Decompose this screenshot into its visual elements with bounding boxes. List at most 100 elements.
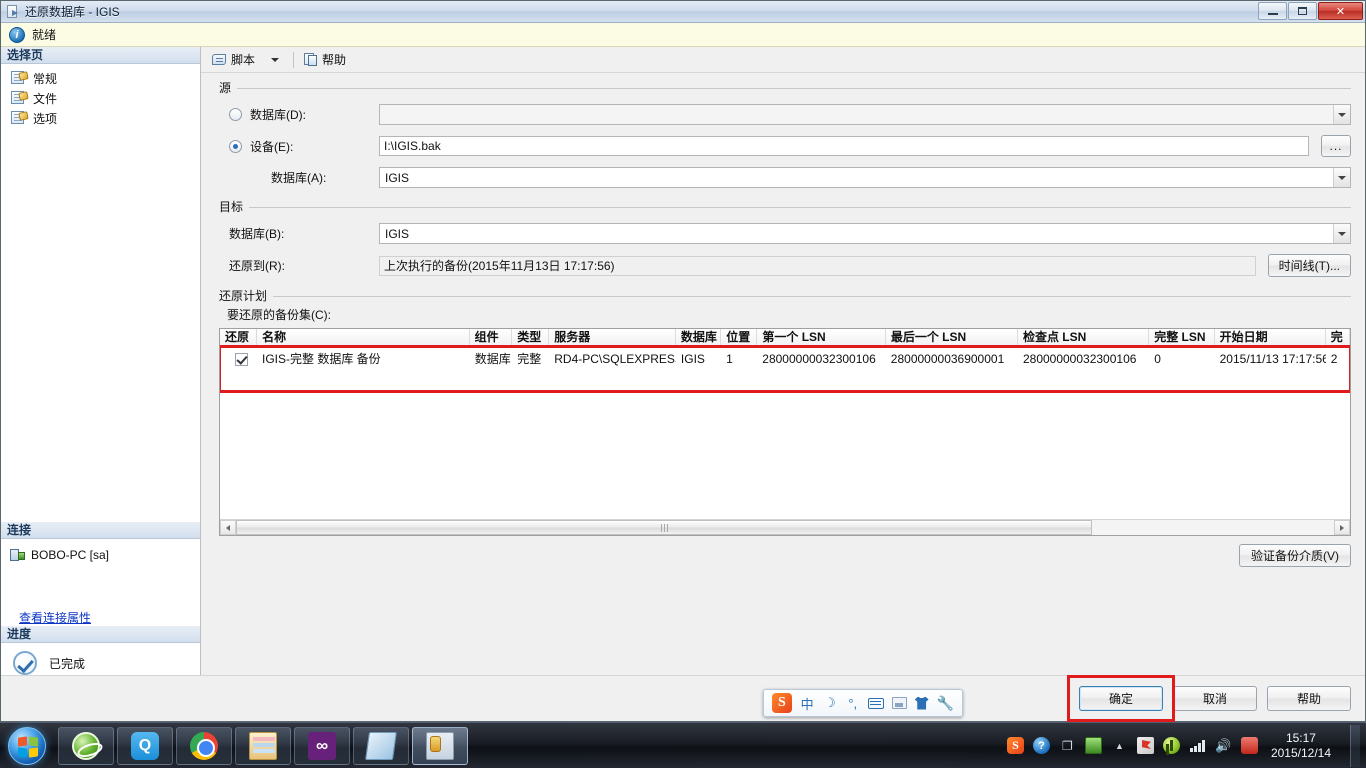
grid-col-checkpoint-lsn[interactable]: 检查点 LSN: [1018, 329, 1150, 346]
scroll-left-button[interactable]: [220, 520, 236, 535]
window-tray-icon[interactable]: ❐: [1059, 737, 1076, 754]
note-icon: [365, 731, 397, 760]
flag-tray-icon[interactable]: [1136, 737, 1154, 754]
row-restore-checkbox-cell[interactable]: [220, 352, 257, 366]
chevron-down-icon[interactable]: [1333, 105, 1350, 124]
script-dropdown-button[interactable]: [262, 50, 288, 70]
ok-button[interactable]: 确定: [1079, 686, 1163, 711]
grid-col-server[interactable]: 服务器: [549, 329, 676, 346]
grid-col-name[interactable]: 名称: [257, 329, 470, 346]
grid-header-row: 还原 名称 组件 类型 服务器 数据库 位置 第一个 LSN 最后一个 LSN …: [220, 329, 1350, 347]
keyboard-icon[interactable]: [868, 697, 884, 709]
scroll-thumb[interactable]: [236, 520, 1093, 535]
window-controls: ✕: [1258, 2, 1363, 20]
source-database-radio[interactable]: [229, 108, 242, 121]
source-device-row: 设备(E): I:\IGIS.bak ...: [229, 135, 1351, 157]
taskbar-item-file-explorer[interactable]: [235, 726, 291, 765]
taskbar-item-ie-browser[interactable]: [58, 726, 114, 765]
taskbar-clock[interactable]: 15:17 2015/12/14: [1267, 731, 1341, 761]
page-icon: [11, 71, 29, 85]
sidebar-item-files[interactable]: 文件: [9, 88, 200, 108]
grid-col-trailing[interactable]: 完: [1326, 329, 1350, 346]
source-device-radio[interactable]: [229, 139, 242, 153]
sidebar-item-options[interactable]: 选项: [9, 108, 200, 128]
row-checkpoint-lsn: 28000000032300106: [1022, 351, 1137, 366]
dialog-toolbar: 脚本 帮助: [201, 47, 1365, 73]
status-strip: i 就绪: [1, 23, 1365, 47]
moon-icon[interactable]: ☽: [823, 694, 838, 712]
sogou-tray-icon[interactable]: S: [1006, 737, 1024, 754]
ime-mode-toggle[interactable]: 中: [800, 694, 815, 712]
network-tray-icon[interactable]: [1189, 739, 1206, 752]
restore-to-label: 还原到(R):: [229, 259, 285, 273]
grid-horizontal-scrollbar[interactable]: [220, 519, 1350, 535]
row-component: 数据库: [474, 351, 511, 366]
table-row[interactable]: IGIS-完整 数据库 备份 数据库 完整 RD4-PC\SQLEXPRESS …: [220, 347, 1350, 371]
taskbar-item-qq-messenger[interactable]: Q: [117, 726, 173, 765]
show-hidden-tray-icon[interactable]: ▲: [1111, 737, 1128, 754]
source-db-select-combo[interactable]: IGIS: [379, 167, 1351, 188]
minimize-button[interactable]: [1258, 2, 1287, 20]
grid-col-type[interactable]: 类型: [512, 329, 550, 346]
target-database-combo[interactable]: IGIS: [379, 223, 1351, 244]
alert-tray-icon[interactable]: [1240, 737, 1258, 754]
scroll-track[interactable]: [236, 520, 1334, 535]
grid-col-position[interactable]: 位置: [721, 329, 758, 346]
maximize-button[interactable]: [1288, 2, 1317, 20]
browse-device-button[interactable]: ...: [1321, 135, 1351, 157]
taskbar-item-notepad-app[interactable]: [353, 726, 409, 765]
view-connection-properties-link[interactable]: 查看连接属性: [19, 609, 200, 626]
show-desktop-button[interactable]: [1350, 724, 1360, 767]
taskbar-item-visual-studio[interactable]: ∞: [294, 726, 350, 765]
help-button[interactable]: 帮助: [299, 50, 351, 70]
sogou-ime-bar[interactable]: S 中 ☽ °, 🔧: [763, 689, 963, 717]
grid-col-component[interactable]: 组件: [470, 329, 513, 346]
backup-sets-grid[interactable]: 还原 名称 组件 类型 服务器 数据库 位置 第一个 LSN 最后一个 LSN …: [219, 328, 1351, 536]
start-button[interactable]: [4, 726, 50, 766]
taskbar-item-google-chrome[interactable]: [176, 726, 232, 765]
chevron-down-icon[interactable]: [1333, 168, 1350, 187]
taskbar-items: Q ∞: [58, 726, 468, 765]
toolbox-icon[interactable]: [891, 697, 907, 709]
punctuation-icon[interactable]: °,: [845, 694, 860, 712]
help-button-label: 帮助: [322, 53, 347, 67]
volume-tray-icon[interactable]: 🔊: [1215, 737, 1232, 754]
source-database-radio-wrap[interactable]: 数据库(D):: [229, 106, 379, 123]
cancel-button[interactable]: 取消: [1173, 686, 1257, 711]
timeline-button[interactable]: 时间线(T)...: [1267, 254, 1351, 277]
battery-tray-icon[interactable]: [1084, 737, 1102, 754]
window-title: 还原数据库 - IGIS: [25, 5, 120, 19]
taskbar-item-sql-server-management-studio[interactable]: [412, 726, 468, 765]
scroll-right-button[interactable]: [1334, 520, 1350, 535]
close-button[interactable]: ✕: [1318, 2, 1363, 20]
sogou-logo-icon[interactable]: S: [772, 693, 792, 713]
grid-col-start-date[interactable]: 开始日期: [1215, 329, 1326, 346]
skin-shirt-icon[interactable]: [914, 696, 929, 710]
row-type: 完整: [517, 351, 542, 366]
target-group-title: 目标: [219, 200, 244, 214]
restore-checkbox[interactable]: [234, 352, 248, 366]
grid-col-last-lsn[interactable]: 最后一个 LSN: [886, 329, 1018, 346]
chevron-down-icon[interactable]: [1333, 224, 1350, 243]
grid-col-first-lsn[interactable]: 第一个 LSN: [757, 329, 886, 346]
help-footer-button[interactable]: 帮助: [1267, 686, 1351, 711]
shield-tray-icon[interactable]: [1162, 737, 1180, 754]
target-database-value: IGIS: [385, 226, 410, 241]
row-last-lsn: 28000000036900001: [890, 351, 1005, 366]
grid-col-database[interactable]: 数据库: [676, 329, 722, 346]
grid-col-full-lsn[interactable]: 完整 LSN: [1149, 329, 1215, 346]
verify-backup-media-button[interactable]: 验证备份介质(V): [1239, 544, 1351, 567]
grid-col-restore[interactable]: 还原: [220, 329, 258, 346]
sidebar-item-general[interactable]: 常规: [9, 68, 200, 88]
script-button[interactable]: 脚本: [207, 50, 260, 70]
source-device-radio-wrap[interactable]: 设备(E):: [229, 138, 379, 155]
source-database-combo[interactable]: [379, 104, 1351, 125]
help-tray-icon[interactable]: ?: [1032, 737, 1050, 754]
sidebar-item-label: 选项: [33, 111, 58, 126]
source-database-row: 数据库(D):: [229, 104, 1351, 125]
wrench-icon[interactable]: 🔧: [937, 695, 954, 712]
form-area: 源 数据库(D): 设备(E): I:\IGIS.bak ... 数据库(A):…: [201, 73, 1365, 675]
restore-plan-group: 还原计划 要还原的备份集(C): 还原 名称 组件 类型 服务器 数据库 位置 …: [219, 287, 1351, 567]
chevron-down-icon: [271, 57, 280, 62]
source-device-input[interactable]: I:\IGIS.bak: [379, 136, 1309, 156]
